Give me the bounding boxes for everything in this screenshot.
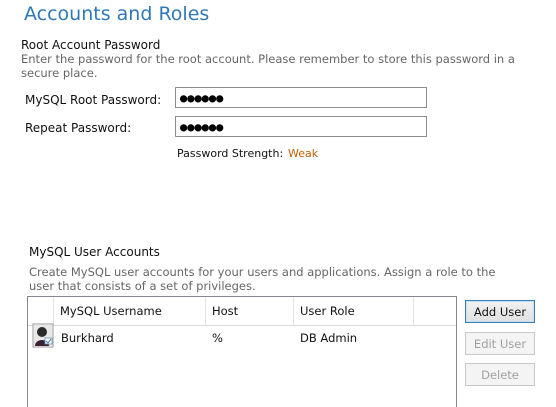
- repeat-password-label: Repeat Password:: [25, 121, 132, 135]
- root-password-input[interactable]: [175, 87, 427, 108]
- cell-user-role: DB Admin: [300, 331, 358, 345]
- column-header-role[interactable]: User Role: [294, 297, 414, 325]
- page-title: Accounts and Roles: [24, 3, 210, 25]
- delete-user-button[interactable]: Delete: [465, 363, 535, 386]
- root-password-section-title: Root Account Password: [21, 38, 161, 52]
- table-row[interactable]: Burkhard % DB Admin: [28, 326, 456, 356]
- table-header: MySQL Username Host User Role: [28, 297, 456, 326]
- cell-username: Burkhard: [61, 331, 114, 345]
- password-strength-value: Weak: [288, 147, 319, 160]
- user-avatar-icon: [32, 323, 54, 348]
- accounts-and-roles-page: Accounts and Roles Root Account Password…: [0, 0, 556, 407]
- add-user-button[interactable]: Add User: [465, 300, 535, 323]
- column-header-username[interactable]: MySQL Username: [54, 297, 206, 325]
- root-password-description: Enter the password for the root account.…: [21, 52, 515, 80]
- user-accounts-table: MySQL Username Host User Role Burkhard %…: [27, 296, 457, 407]
- root-password-label: MySQL Root Password:: [25, 93, 162, 107]
- user-accounts-description: Create MySQL user accounts for your user…: [29, 265, 496, 293]
- column-header-icon: [28, 297, 54, 325]
- cell-host: %: [212, 331, 223, 345]
- repeat-password-input[interactable]: [175, 116, 427, 137]
- user-accounts-section-title: MySQL User Accounts: [29, 245, 160, 259]
- password-strength-label: Password Strength:: [177, 147, 284, 160]
- column-header-host[interactable]: Host: [206, 297, 294, 325]
- edit-user-button[interactable]: Edit User: [465, 332, 535, 355]
